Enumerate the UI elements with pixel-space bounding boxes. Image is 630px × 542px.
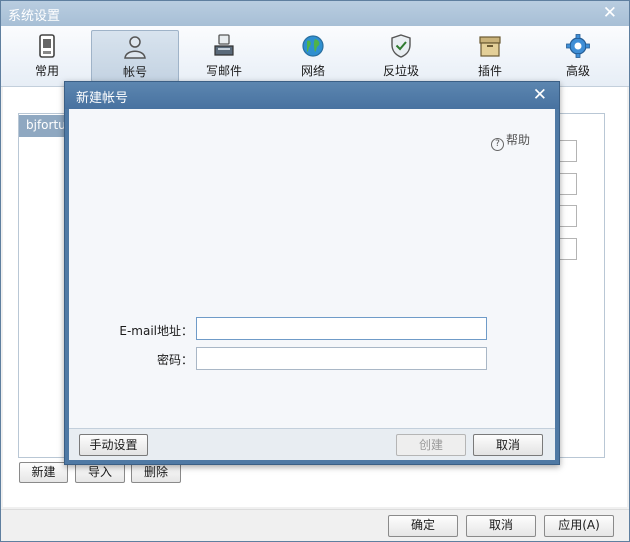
settings-title: 系统设置 xyxy=(8,9,61,24)
list-item[interactable]: bjfortu xyxy=(19,115,67,137)
account-field[interactable] xyxy=(557,238,577,260)
import-button[interactable]: 导入 xyxy=(75,462,125,483)
apply-button[interactable]: 应用(A) xyxy=(544,515,614,537)
gear-icon xyxy=(566,34,590,58)
cancel-button[interactable]: 取消 xyxy=(466,515,536,537)
new-account-dialog: 新建帐号 ✕ ? 帮助 E-mail地址： 密码： 手动设置 创建 取消 xyxy=(64,81,560,465)
dialog-title: 新建帐号 xyxy=(76,91,129,106)
tab-general-label: 常用 xyxy=(34,64,59,78)
compose-icon xyxy=(214,34,234,56)
tab-network[interactable]: 网络 xyxy=(269,30,357,82)
tab-compose-label: 写邮件 xyxy=(205,64,242,78)
box-icon xyxy=(479,36,501,57)
account-field[interactable] xyxy=(557,205,577,227)
tab-antispam-label: 反垃圾 xyxy=(382,64,419,78)
dialog-titlebar: 新建帐号 ✕ xyxy=(65,82,559,109)
account-name: bjfortu xyxy=(26,118,66,132)
new-account-button[interactable]: 新建 xyxy=(19,462,68,483)
create-button[interactable]: 创建 xyxy=(396,434,466,456)
dialog-body: ? 帮助 E-mail地址： 密码： xyxy=(69,109,555,428)
account-field[interactable] xyxy=(557,173,577,195)
tab-advanced[interactable]: 高级 xyxy=(534,30,622,82)
tab-network-label: 网络 xyxy=(300,64,325,78)
close-icon[interactable]: ✕ xyxy=(533,85,547,105)
password-field[interactable] xyxy=(196,347,487,370)
close-icon[interactable]: ✕ xyxy=(603,3,617,23)
user-icon xyxy=(124,36,146,59)
tab-general[interactable]: 常用 xyxy=(3,30,91,82)
tab-plugins-label: 插件 xyxy=(477,64,502,78)
tab-accounts[interactable]: 帐号 xyxy=(91,30,179,82)
shield-icon xyxy=(391,34,411,58)
email-label: E-mail地址： xyxy=(119,324,193,338)
ok-button[interactable]: 确定 xyxy=(388,515,458,537)
phone-icon xyxy=(39,34,55,58)
help-icon: ? xyxy=(491,138,504,151)
account-field[interactable] xyxy=(557,140,577,162)
help-label: 帮助 xyxy=(506,133,531,147)
dialog-footer: 手动设置 创建 取消 xyxy=(69,428,555,460)
settings-toolbar: 常用 帐号 写邮件 网络 反垃圾 插件 高级 xyxy=(1,26,629,87)
tab-compose[interactable]: 写邮件 xyxy=(180,30,268,82)
tab-antispam[interactable]: 反垃圾 xyxy=(357,30,445,82)
settings-titlebar: 系统设置 ✕ xyxy=(1,1,629,26)
password-label: 密码： xyxy=(156,353,193,367)
tab-plugins[interactable]: 插件 xyxy=(446,30,534,82)
dialog-cancel-button[interactable]: 取消 xyxy=(473,434,543,456)
tab-accounts-label: 帐号 xyxy=(122,65,147,79)
email-field[interactable] xyxy=(196,317,487,340)
tab-advanced-label: 高级 xyxy=(565,64,590,78)
globe-icon xyxy=(302,35,324,57)
manual-setup-button[interactable]: 手动设置 xyxy=(79,434,148,456)
delete-button[interactable]: 删除 xyxy=(131,462,181,483)
help-link[interactable]: ? 帮助 xyxy=(491,131,530,151)
